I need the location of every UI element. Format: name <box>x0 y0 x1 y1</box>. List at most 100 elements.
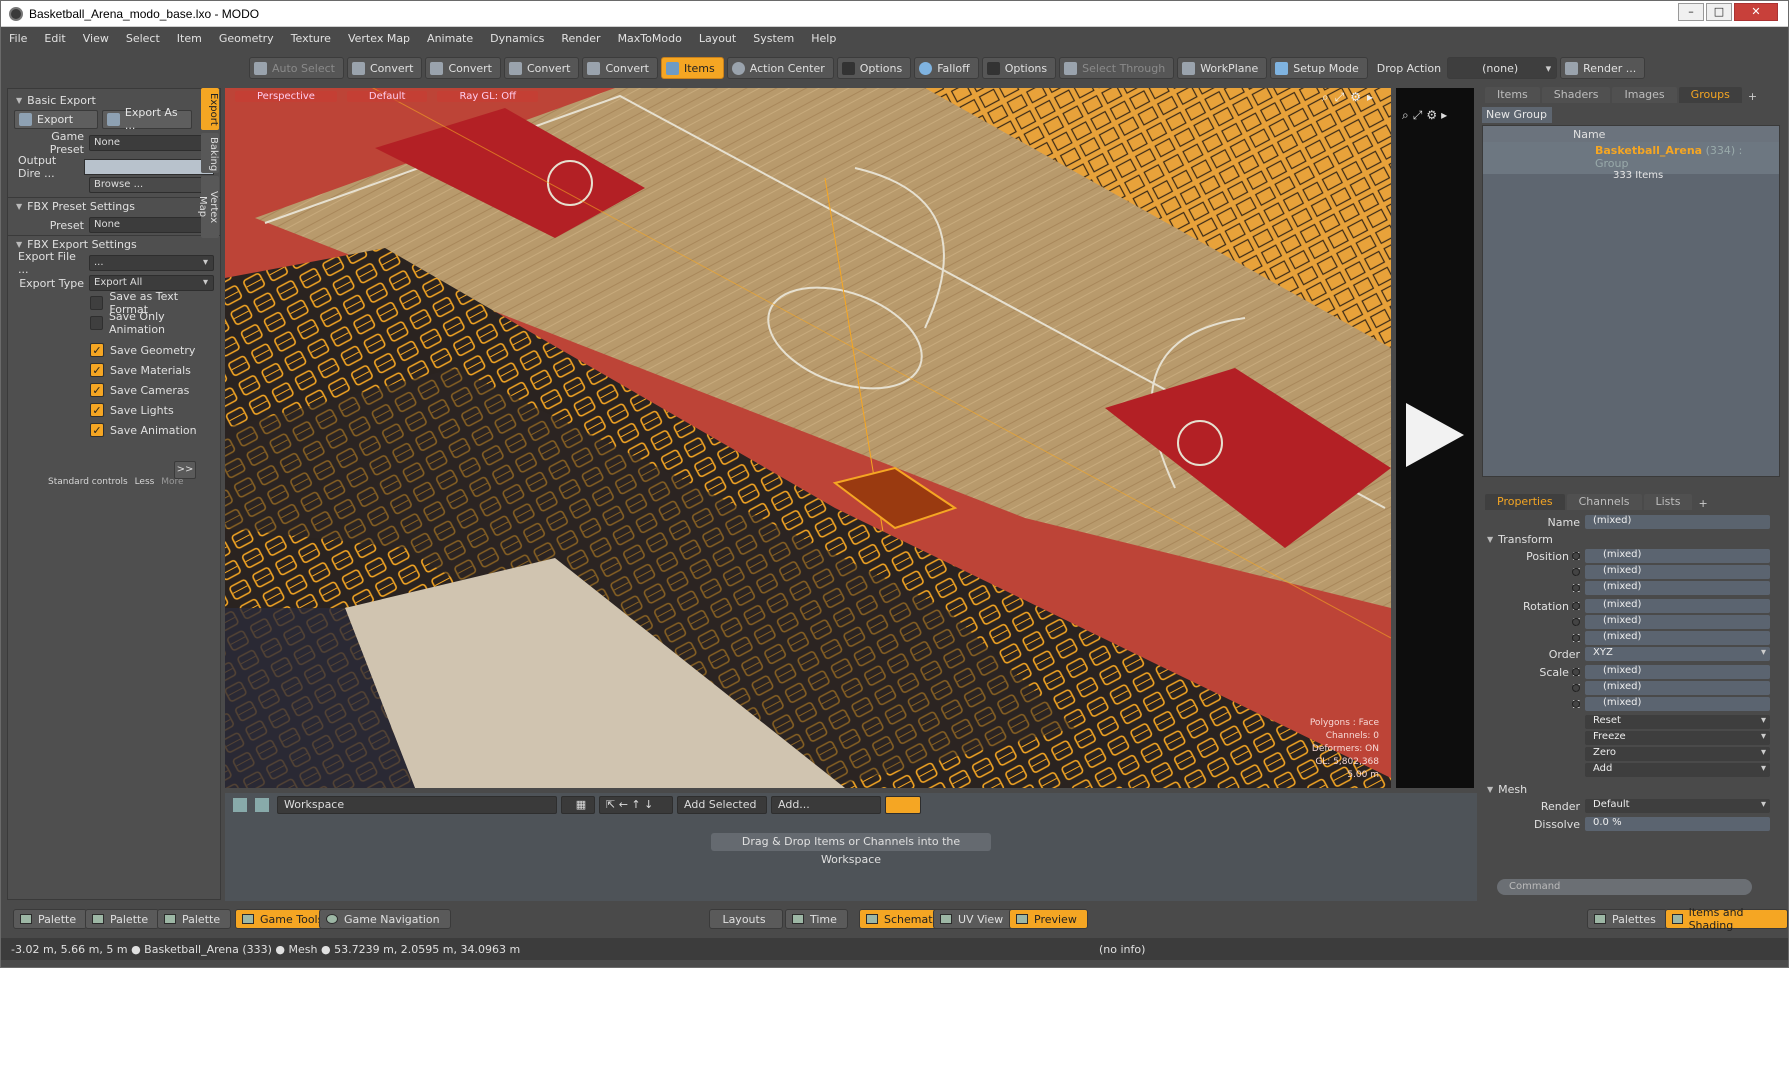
drop-action-select[interactable]: (none) <box>1447 57 1558 79</box>
rotation-z-field[interactable]: (mixed) <box>1572 631 1770 645</box>
mesh-header[interactable]: ▼ Mesh <box>1479 780 1782 798</box>
workplane-button[interactable]: WorkPlane <box>1177 57 1268 79</box>
falloff-button[interactable]: Falloff <box>914 57 979 79</box>
render-button[interactable]: Render ... <box>1560 57 1646 79</box>
menu-help[interactable]: Help <box>811 32 836 45</box>
add-button[interactable]: Add <box>1585 763 1770 777</box>
add-selected-button[interactable]: Add Selected <box>677 796 767 814</box>
game-preset-select[interactable]: None <box>89 135 214 151</box>
maximize-icon[interactable]: ⤢ <box>1335 90 1345 105</box>
workspace-nav-arrows[interactable]: ⇱ ← ↑ ↓ <box>599 796 673 814</box>
gear-icon[interactable]: ⚙ <box>1426 108 1437 123</box>
preview-button[interactable]: Preview <box>1009 909 1088 929</box>
less-link[interactable]: Less <box>135 477 155 487</box>
more-link[interactable]: More <box>161 477 183 487</box>
add-tab-icon[interactable]: + <box>1698 497 1707 510</box>
preset-select[interactable]: None <box>89 217 214 233</box>
search-icon[interactable]: ⌕ <box>1322 90 1329 105</box>
workspace-color-toggle[interactable] <box>885 796 921 814</box>
position-z-field[interactable]: (mixed) <box>1572 581 1770 595</box>
command-input[interactable]: Command <box>1497 879 1752 895</box>
menu-layout[interactable]: Layout <box>699 32 736 45</box>
convert-button-1[interactable]: Convert <box>346 57 423 79</box>
schematic-workspace[interactable]: Workspace ▦ ⇱ ← ↑ ↓ Add Selected Add... … <box>225 793 1477 901</box>
time-button[interactable]: Time <box>785 909 848 929</box>
tab-shaders[interactable]: Shaders <box>1541 87 1611 103</box>
menu-system[interactable]: System <box>753 32 794 45</box>
options-button-2[interactable]: Options <box>981 57 1057 79</box>
menu-dynamics[interactable]: Dynamics <box>490 32 544 45</box>
workspace-select[interactable]: Workspace <box>277 796 557 814</box>
palette-button-2[interactable]: Palette <box>85 909 160 929</box>
convert-button-3[interactable]: Convert <box>503 57 580 79</box>
palettes-button[interactable]: Palettes <box>1587 909 1667 929</box>
tab-vertex-map[interactable]: Vertex Map <box>197 176 219 238</box>
zero-button[interactable]: Zero <box>1585 747 1770 761</box>
save-cameras-checkbox[interactable]: ✓ <box>90 383 104 397</box>
reset-button[interactable]: Reset <box>1585 715 1770 729</box>
freeze-button[interactable]: Freeze <box>1585 731 1770 745</box>
auto-select-button[interactable]: Auto Select <box>249 57 344 79</box>
list-item[interactable]: Basketball_Arena (334) : Group 333 Items <box>1483 142 1779 181</box>
save-materials-checkbox[interactable]: ✓ <box>90 363 104 377</box>
game-navigation-button[interactable]: Game Navigation <box>319 909 451 929</box>
palette-button-1[interactable]: Palette <box>13 909 88 929</box>
new-group-button[interactable]: New Group <box>1482 107 1552 123</box>
tab-export[interactable]: Export <box>201 88 219 130</box>
menu-edit[interactable]: Edit <box>44 32 65 45</box>
save-lights-checkbox[interactable]: ✓ <box>90 403 104 417</box>
options-button-1[interactable]: Options <box>836 57 912 79</box>
menu-file[interactable]: File <box>9 32 27 45</box>
workspace-tool-icon[interactable] <box>255 798 269 812</box>
maximize-icon[interactable]: ⤢ <box>1413 108 1423 123</box>
add-node-select[interactable]: Add... <box>771 796 881 814</box>
gear-icon[interactable]: ⚙ <box>1350 90 1361 105</box>
setup-mode-button[interactable]: Setup Mode <box>1270 57 1368 79</box>
items-mode-button[interactable]: Items <box>660 57 724 79</box>
rotation-x-field[interactable]: (mixed) <box>1572 599 1770 613</box>
menu-render[interactable]: Render <box>561 32 600 45</box>
fbx-preset-settings-header[interactable]: ▼ FBX Preset Settings <box>8 197 220 215</box>
render-select[interactable]: Default <box>1585 799 1770 813</box>
order-select[interactable]: XYZ <box>1585 647 1770 661</box>
minimize-button[interactable]: – <box>1678 3 1704 21</box>
tab-channels[interactable]: Channels <box>1566 494 1642 510</box>
export-file-select[interactable]: ... <box>89 255 214 271</box>
dissolve-field[interactable]: 0.0 % <box>1585 817 1770 831</box>
tab-images[interactable]: Images <box>1612 87 1677 103</box>
uv-view-button[interactable]: UV View <box>933 909 1015 929</box>
output-dir-input[interactable] <box>84 159 214 175</box>
transform-header[interactable]: ▼ Transform <box>1479 530 1782 548</box>
export-button[interactable]: Export <box>14 109 98 129</box>
scale-z-field[interactable]: (mixed) <box>1572 697 1770 711</box>
menu-vertex-map[interactable]: Vertex Map <box>348 32 410 45</box>
save-geometry-checkbox[interactable]: ✓ <box>90 343 104 357</box>
position-x-field[interactable]: (mixed) <box>1572 549 1770 563</box>
add-tab-icon[interactable]: + <box>1748 90 1757 103</box>
position-y-field[interactable]: (mixed) <box>1572 565 1770 579</box>
menu-geometry[interactable]: Geometry <box>219 32 274 45</box>
close-button[interactable]: ✕ <box>1734 3 1778 21</box>
tab-baking[interactable]: Baking <box>201 133 219 173</box>
arrow-right-icon[interactable]: ▸ <box>1441 108 1447 123</box>
menu-texture[interactable]: Texture <box>291 32 331 45</box>
items-shading-button[interactable]: Items and Shading <box>1665 906 1788 932</box>
menu-item[interactable]: Item <box>177 32 202 45</box>
save-only-animation-checkbox[interactable] <box>90 316 103 330</box>
menu-view[interactable]: View <box>83 32 109 45</box>
maximize-button[interactable]: □ <box>1706 3 1732 21</box>
workspace-tool-icon[interactable] <box>233 798 247 812</box>
export-type-select[interactable]: Export All <box>89 275 214 291</box>
menu-select[interactable]: Select <box>126 32 160 45</box>
select-through-button[interactable]: Select Through <box>1059 57 1175 79</box>
menu-maxtomodo[interactable]: MaxToModo <box>618 32 682 45</box>
save-animation-checkbox[interactable]: ✓ <box>90 423 104 437</box>
convert-button-4[interactable]: Convert <box>582 57 658 79</box>
name-field[interactable]: (mixed) <box>1585 515 1770 529</box>
action-center-button[interactable]: Action Center <box>726 57 834 79</box>
raygl-button[interactable]: Ray GL: Off <box>437 90 539 102</box>
save-text-format-checkbox[interactable] <box>90 296 104 310</box>
play-icon[interactable] <box>1406 403 1464 467</box>
name-column-header[interactable]: Name <box>1573 128 1605 141</box>
menu-animate[interactable]: Animate <box>427 32 473 45</box>
